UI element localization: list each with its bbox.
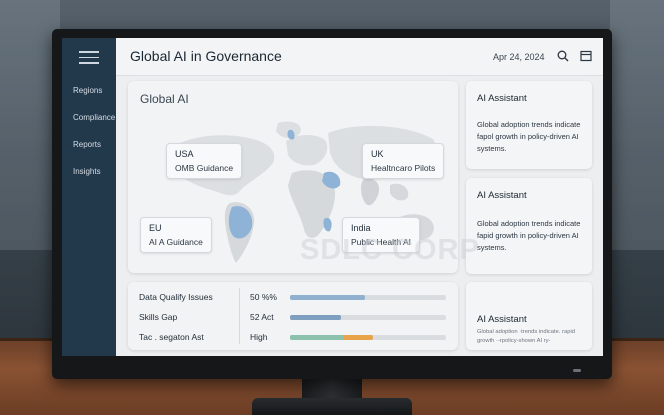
hamburger-menu-icon[interactable] xyxy=(79,51,99,65)
metric-bar-track xyxy=(290,335,446,340)
date-label: Apr 24, 2024 xyxy=(493,52,545,62)
callout-text: AI A Guidance xyxy=(149,237,203,247)
callout-usa[interactable]: USA OMB Guidance xyxy=(166,143,243,179)
sidebar-item-regions[interactable]: Regions xyxy=(73,86,102,95)
metric-label: Tac . segaton Ast xyxy=(139,332,204,342)
map-title: Global AI xyxy=(140,92,189,106)
ai-assistant-title: AI Assistant xyxy=(477,314,527,325)
ai-assistant-card[interactable]: AI Assistant Global adoption trends indi… xyxy=(466,178,592,274)
callout-text: OMB Guidance xyxy=(175,163,234,173)
metric-value: 52 Act xyxy=(250,312,274,322)
header-bar: Global AI in Governance Apr 24, 2024 xyxy=(116,38,603,76)
sidebar-item-insights[interactable]: Insights xyxy=(73,167,101,176)
metric-value: 50 %% xyxy=(250,292,277,302)
power-indicator-icon xyxy=(573,369,581,372)
sidebar-item-compliance[interactable]: Compliance xyxy=(73,113,115,122)
window-icon[interactable] xyxy=(579,49,593,63)
callout-region: India xyxy=(351,223,371,233)
callout-region: USA xyxy=(175,149,194,159)
metric-bar-track xyxy=(290,315,446,320)
callout-region: EU xyxy=(149,223,162,233)
ai-assistant-title: AI Assistant xyxy=(477,93,527,104)
ai-assistant-card[interactable]: AI Assistant Global adoption ·trends ind… xyxy=(466,282,592,350)
callout-text: Healtncaro Pilots xyxy=(371,163,436,173)
metric-bar-fill xyxy=(290,295,365,300)
metrics-divider xyxy=(239,288,240,344)
sidebar: Regions Compliance Reports Insights xyxy=(62,38,116,356)
ai-assistant-message: Global adoption ·trends indicate. rapid … xyxy=(477,329,575,344)
ai-assistant-message: Global adoption trends indicate fapol gr… xyxy=(477,120,581,153)
metric-bar-fill xyxy=(290,335,373,340)
metric-bar-track xyxy=(290,295,446,300)
ai-assistant-card[interactable]: AI Assistant Global adoption trends indi… xyxy=(466,81,592,169)
metrics-card: Data Qualify Issues 50 %% Skills Gap 52 … xyxy=(128,282,458,350)
metric-label: Skills Gap xyxy=(139,312,178,322)
callout-region: UK xyxy=(371,149,384,159)
ai-assistant-title: AI Assistant xyxy=(477,190,527,201)
dashboard-screen: Regions Compliance Reports Insights Glob… xyxy=(62,38,603,356)
sidebar-item-reports[interactable]: Reports xyxy=(73,140,101,149)
search-icon[interactable] xyxy=(556,49,570,63)
page-title: Global AI in Governance xyxy=(130,48,282,64)
ai-assistant-message: Global adoption trends indicate fapid gr… xyxy=(477,219,581,252)
background-window xyxy=(0,0,60,250)
metric-bar-fill xyxy=(290,315,342,320)
background-window xyxy=(610,0,664,250)
monitor-stand-base xyxy=(252,398,412,415)
watermark: SDLC CORP xyxy=(300,234,480,266)
metric-label: Data Qualify Issues xyxy=(139,292,213,302)
metric-value: High xyxy=(250,332,268,342)
callout-eu[interactable]: EU AI A Guidance xyxy=(140,217,212,253)
callout-uk[interactable]: UK Healtncaro Pilots xyxy=(362,143,445,179)
